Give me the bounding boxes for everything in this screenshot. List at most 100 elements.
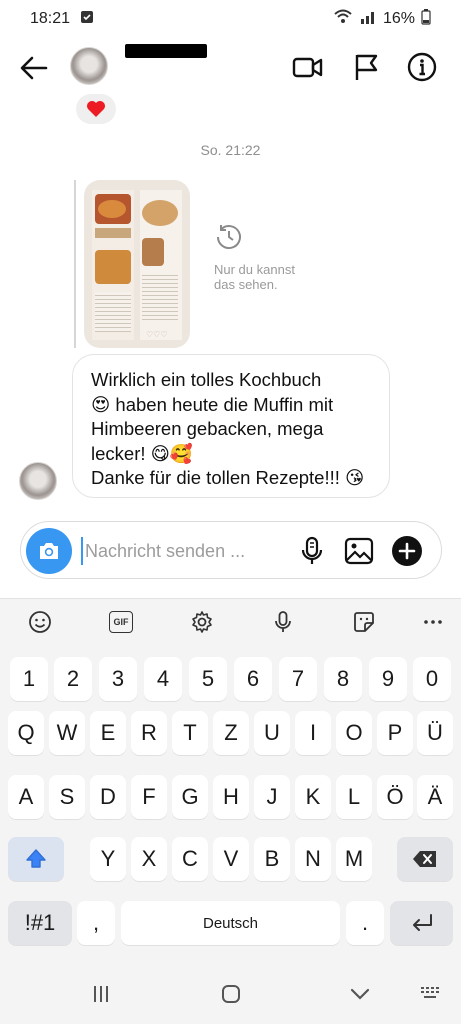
message-line: Danke für die tollen Rezepte!!! 😘	[91, 467, 365, 488]
key-ue[interactable]: Ü	[417, 711, 453, 755]
mic-icon[interactable]	[270, 609, 296, 635]
key-4[interactable]: 4	[144, 657, 182, 701]
keyboard-switch-icon[interactable]	[416, 980, 446, 1008]
status-bar: 18:21 16%	[0, 0, 461, 38]
key-l[interactable]: L	[336, 775, 372, 819]
comma-key[interactable]: ,	[77, 901, 115, 945]
key-h[interactable]: H	[213, 775, 249, 819]
shift-key[interactable]	[8, 837, 64, 881]
shared-recipe-image[interactable]: ♡♡♡	[84, 180, 190, 348]
space-key[interactable]: Deutsch	[121, 901, 340, 945]
key-f[interactable]: F	[131, 775, 167, 819]
settings-icon[interactable]	[189, 609, 215, 635]
camera-button[interactable]	[26, 528, 72, 574]
key-n[interactable]: N	[295, 837, 331, 881]
date-separator: So. 21:22	[200, 142, 261, 158]
wifi-icon	[333, 9, 353, 30]
video-call-button[interactable]	[290, 50, 324, 84]
symbols-key[interactable]: !#1	[8, 901, 72, 945]
battery-icon	[421, 8, 431, 30]
key-o[interactable]: O	[336, 711, 372, 755]
image-icon	[344, 537, 374, 565]
signal-icon	[359, 9, 377, 30]
key-2[interactable]: 2	[54, 657, 92, 701]
key-w[interactable]: W	[49, 711, 85, 755]
gif-button[interactable]: GIF	[108, 609, 134, 635]
contact-name-redacted[interactable]	[125, 44, 207, 58]
key-0[interactable]: 0	[413, 657, 451, 701]
emoji-icon[interactable]	[27, 609, 53, 635]
back-button[interactable]	[18, 52, 50, 84]
microphone-icon	[301, 536, 323, 564]
message-line: Himbeeren gebacken, mega	[91, 418, 324, 439]
backspace-icon	[413, 851, 436, 867]
back-icon[interactable]	[345, 980, 375, 1008]
system-nav-bar	[0, 964, 461, 1024]
video-camera-icon	[292, 57, 323, 78]
enter-key[interactable]	[390, 901, 453, 945]
message-input[interactable]	[81, 537, 281, 565]
key-7[interactable]: 7	[279, 657, 317, 701]
key-g[interactable]: G	[172, 775, 208, 819]
key-d[interactable]: D	[90, 775, 126, 819]
key-u[interactable]: U	[254, 711, 290, 755]
message-line: Wirklich ein tolles Kochbuch	[91, 369, 322, 390]
key-r[interactable]: R	[131, 711, 167, 755]
key-p[interactable]: P	[377, 711, 413, 755]
key-x[interactable]: X	[131, 837, 167, 881]
battery-text: 16%	[382, 10, 415, 27]
keyboard: GIF 1 2 3 4 5 6 7 8 9 0 Q W E R T Z U I …	[0, 598, 461, 964]
contact-avatar[interactable]	[70, 47, 108, 85]
key-6[interactable]: 6	[234, 657, 272, 701]
key-ae[interactable]: Ä	[417, 775, 453, 819]
key-q[interactable]: Q	[8, 711, 44, 755]
visibility-line-1: Nur du kannst	[214, 262, 295, 277]
notification-icon	[80, 10, 94, 29]
flag-icon	[355, 54, 378, 80]
key-v[interactable]: V	[213, 837, 249, 881]
key-t[interactable]: T	[172, 711, 208, 755]
key-8[interactable]: 8	[324, 657, 362, 701]
key-a[interactable]: A	[8, 775, 44, 819]
key-5[interactable]: 5	[189, 657, 227, 701]
add-button[interactable]	[391, 535, 423, 567]
key-9[interactable]: 9	[369, 657, 407, 701]
message-line: 😍 haben heute die Muffin mit	[91, 393, 334, 415]
sender-avatar[interactable]	[19, 462, 57, 500]
camera-icon	[40, 543, 58, 559]
key-i[interactable]: I	[295, 711, 331, 755]
key-j[interactable]: J	[254, 775, 290, 819]
key-y[interactable]: Y	[90, 837, 126, 881]
message-composer	[20, 521, 442, 579]
info-icon	[407, 52, 437, 82]
message-line: lecker! 😋🥰	[91, 442, 193, 464]
voice-message-button[interactable]	[296, 535, 328, 567]
key-1[interactable]: 1	[10, 657, 48, 701]
period-key[interactable]: .	[346, 901, 384, 945]
keyboard-toolbar: GIF	[0, 599, 461, 645]
gallery-button[interactable]	[343, 535, 375, 567]
enter-icon	[412, 914, 432, 931]
report-button[interactable]	[350, 50, 384, 84]
backspace-key[interactable]	[397, 837, 453, 881]
key-3[interactable]: 3	[99, 657, 137, 701]
recent-apps-icon[interactable]	[86, 980, 116, 1008]
key-s[interactable]: S	[49, 775, 85, 819]
more-icon[interactable]	[420, 609, 446, 635]
chat-header	[0, 38, 461, 96]
home-icon[interactable]	[216, 980, 246, 1008]
info-button[interactable]	[405, 50, 439, 84]
message-bubble[interactable]: Wirklich ein tolles Kochbuch 😍 haben heu…	[72, 354, 390, 498]
key-m[interactable]: M	[336, 837, 372, 881]
sticker-icon[interactable]	[351, 609, 377, 635]
key-z[interactable]: Z	[213, 711, 249, 755]
status-time: 18:21	[30, 10, 71, 27]
key-c[interactable]: C	[172, 837, 208, 881]
history-icon	[214, 222, 244, 252]
heart-icon	[87, 101, 105, 117]
key-oe[interactable]: Ö	[377, 775, 413, 819]
key-e[interactable]: E	[90, 711, 126, 755]
key-b[interactable]: B	[254, 837, 290, 881]
key-k[interactable]: K	[295, 775, 331, 819]
heart-reaction[interactable]	[76, 94, 116, 124]
